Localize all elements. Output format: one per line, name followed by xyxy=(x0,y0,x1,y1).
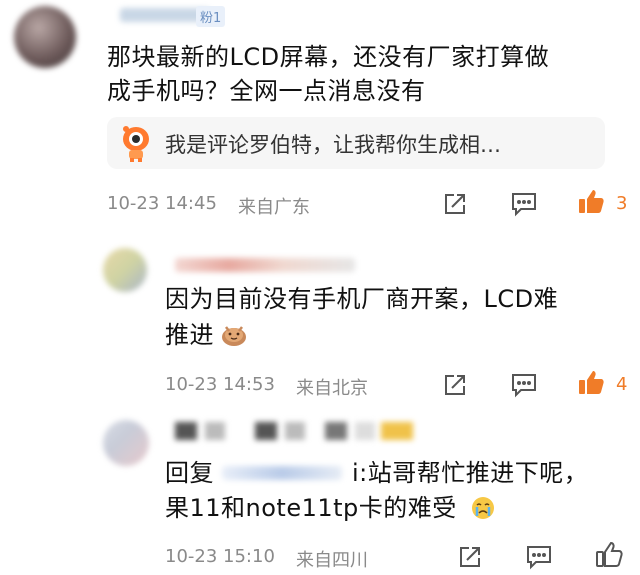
share-icon[interactable] xyxy=(440,189,470,219)
comment-text-line2: 成手机吗？全网一点消息没有 xyxy=(107,77,426,105)
comment-text-line1: 因为目前没有手机厂商开案，LCD难 xyxy=(165,285,559,313)
comment-time: 10-23 14:53 xyxy=(165,374,275,395)
comment-text-line2: 推进 xyxy=(165,321,214,349)
avatar[interactable] xyxy=(14,6,76,68)
like-icon[interactable] xyxy=(576,368,606,398)
comment-icon[interactable] xyxy=(524,542,554,572)
reply-prefix: 回复 xyxy=(165,459,214,487)
fan-badge: 粉1 xyxy=(196,6,226,27)
mentioned-user[interactable] xyxy=(222,466,342,480)
comment-icon[interactable] xyxy=(509,189,539,219)
like-icon[interactable] xyxy=(576,187,606,217)
reply-text: i:站哥帮忙推进下呢， xyxy=(352,459,589,487)
like-icon[interactable] xyxy=(594,540,624,570)
robot-suggestion-box[interactable]: 我是评论罗伯特，让我帮你生成相… xyxy=(107,117,605,169)
comment-location: 来自北京 xyxy=(296,378,368,399)
doge-coin-emoji-icon xyxy=(220,322,248,352)
robot-suggestion-text: 我是评论罗伯特，让我帮你生成相… xyxy=(165,133,501,157)
comment-text-line2: 果11和note11tp卡的难受 xyxy=(165,494,457,522)
share-icon[interactable] xyxy=(455,542,485,572)
avatar[interactable] xyxy=(103,420,149,466)
like-count: 4 xyxy=(616,374,628,395)
comment-icon[interactable] xyxy=(509,370,539,400)
like-count: 3 xyxy=(616,193,628,214)
comment-time: 10-23 14:45 xyxy=(107,193,217,214)
comment-text-line1: 那块最新的LCD屏幕，还没有厂家打算做 xyxy=(107,43,550,71)
share-icon[interactable] xyxy=(440,370,470,400)
username[interactable] xyxy=(175,418,415,444)
crying-face-emoji-icon xyxy=(470,495,496,525)
avatar[interactable] xyxy=(103,248,147,292)
username[interactable] xyxy=(175,258,355,272)
comment-time: 10-23 15:10 xyxy=(165,546,275,567)
comment-location: 来自广东 xyxy=(238,197,310,218)
comment-location: 来自四川 xyxy=(296,550,368,571)
robot-mascot-icon xyxy=(119,123,153,163)
